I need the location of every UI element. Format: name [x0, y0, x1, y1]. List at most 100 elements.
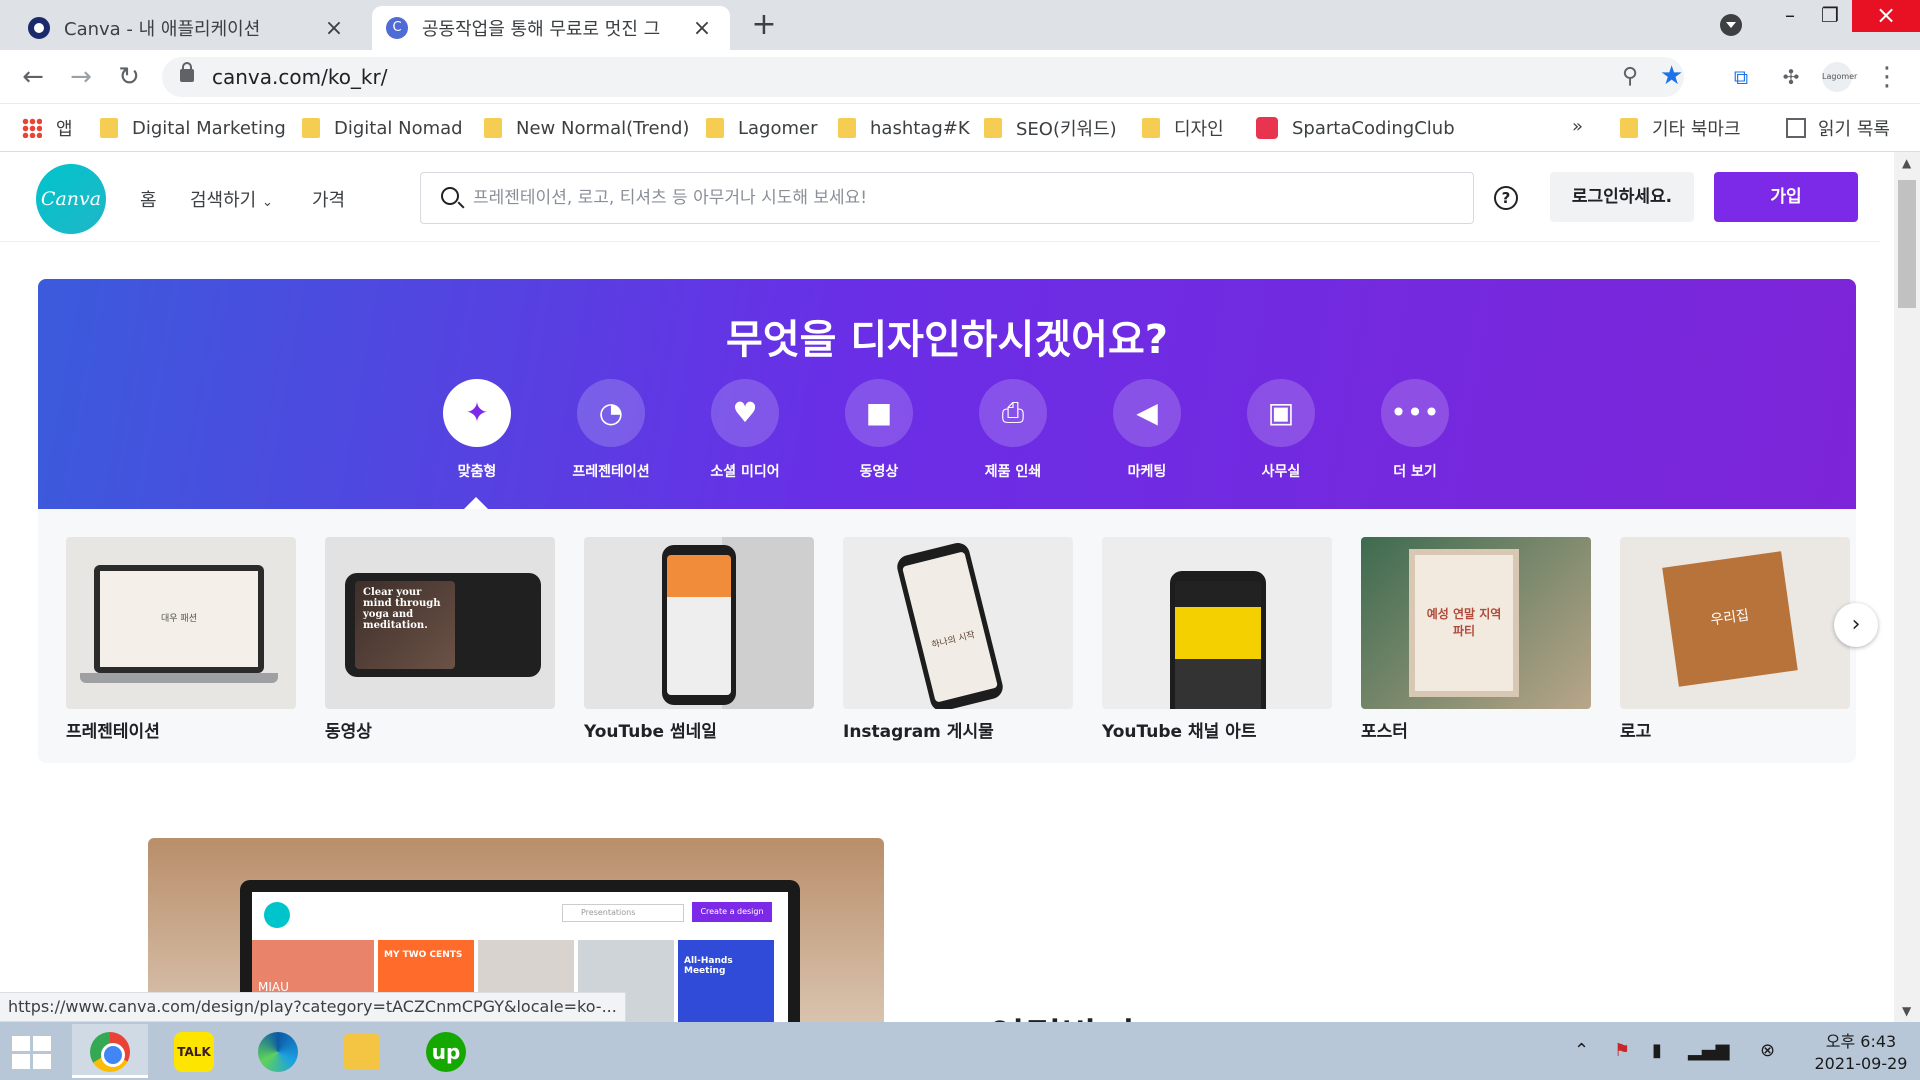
- network-warning-icon[interactable]: ⚑: [1614, 1040, 1630, 1061]
- tray-expand-icon[interactable]: ⌃: [1574, 1040, 1589, 1061]
- bookmark-apps[interactable]: 앱: [22, 114, 73, 142]
- search-input[interactable]: [473, 185, 1453, 211]
- bookmark-label: SpartaCodingClub: [1292, 117, 1455, 139]
- category-marketing[interactable]: ◀ 마케팅: [1082, 379, 1212, 481]
- canva-logo[interactable]: Canva: [36, 164, 106, 234]
- template-thumbnail[interactable]: Clear your mind through yoga and meditat…: [325, 537, 555, 709]
- signup-button[interactable]: 가입: [1714, 172, 1858, 222]
- template-thumbnail[interactable]: 우리집: [1620, 537, 1850, 709]
- bookmark-folder[interactable]: 디자인: [1142, 114, 1224, 142]
- taskbar-file-explorer[interactable]: [324, 1024, 400, 1078]
- taskbar-chrome[interactable]: [72, 1024, 148, 1078]
- taskbar-kakaotalk[interactable]: TALK: [156, 1024, 232, 1078]
- folder-icon: [838, 118, 856, 138]
- folder-icon: [706, 118, 724, 138]
- windows-start-icon[interactable]: [12, 1036, 52, 1070]
- thumbnail-text: 대우 패션: [100, 571, 258, 667]
- browser-tab[interactable]: Canva - 내 애플리케이션 ×: [14, 6, 362, 50]
- template-label: 포스터: [1361, 722, 1408, 742]
- thumbnail-text: 예성 연말 지역 파티: [1409, 549, 1519, 697]
- address-bar[interactable]: canva.com/ko_kr/ ⚲ ★: [162, 57, 1684, 97]
- template-thumbnail[interactable]: [1102, 537, 1332, 709]
- bookmark-star-icon[interactable]: ★: [1660, 61, 1683, 91]
- reload-icon[interactable]: ↻: [112, 60, 146, 94]
- other-bookmarks-folder[interactable]: 기타 북마크: [1620, 114, 1741, 142]
- category-more[interactable]: ••• 더 보기: [1350, 379, 1480, 481]
- extension-icon[interactable]: ⧉: [1726, 62, 1756, 92]
- login-button[interactable]: 로그인하세요.: [1550, 172, 1694, 222]
- puzzle-extensions-icon[interactable]: ✣: [1776, 62, 1806, 92]
- window-close-button[interactable]: ×: [1852, 0, 1920, 32]
- folder-icon: [344, 1034, 380, 1070]
- nav-browse-menu[interactable]: 검색하기 ⌄: [190, 186, 273, 212]
- notification-mute-icon[interactable]: ⊗: [1760, 1040, 1775, 1061]
- template-card-video[interactable]: Clear your mind through yoga and meditat…: [325, 537, 555, 742]
- laptop-mockup: 대우 패션: [80, 565, 278, 683]
- bookmark-folder[interactable]: SEO(키워드): [984, 114, 1117, 142]
- edge-icon: [258, 1032, 298, 1072]
- canva-favicon-icon: C: [386, 17, 408, 39]
- template-card-youtube-thumbnail[interactable]: YouTube 썸네일: [584, 537, 814, 742]
- search-box[interactable]: [420, 172, 1474, 224]
- clock-date[interactable]: 2021-09-29: [1806, 1054, 1916, 1073]
- page-scrollbar[interactable]: ▲ ▼: [1894, 152, 1920, 1022]
- template-label: YouTube 썸네일: [584, 722, 717, 742]
- bookmark-folder[interactable]: Lagomer: [706, 114, 818, 142]
- bookmark-folder[interactable]: hashtag#K: [838, 114, 970, 142]
- nav-home-link[interactable]: 홈: [140, 186, 157, 212]
- bookmark-sparta[interactable]: SpartaCodingClub: [1256, 114, 1455, 142]
- nav-pricing-link[interactable]: 가격: [312, 186, 345, 212]
- profile-avatar[interactable]: Lagomer: [1822, 62, 1857, 92]
- category-presentation[interactable]: ◔ 프레젠테이션: [546, 379, 676, 481]
- clock-time[interactable]: 오후 6:43: [1806, 1028, 1916, 1052]
- selected-category-pointer: [464, 497, 488, 509]
- bookmark-folder[interactable]: New Normal(Trend): [484, 114, 689, 142]
- bookmark-folder[interactable]: Digital Marketing: [100, 114, 286, 142]
- volume-icon[interactable]: 🔈︎: [1724, 1040, 1735, 1061]
- forward-arrow-icon[interactable]: →: [64, 60, 98, 94]
- tab-close-icon[interactable]: ×: [320, 16, 348, 41]
- browser-tab-active[interactable]: C 공동작업을 통해 무료로 멋진 그 ×: [372, 6, 730, 50]
- video-camera-icon: ■: [845, 379, 913, 447]
- template-card-presentation[interactable]: 대우 패션 프레젠테이션: [66, 537, 296, 742]
- template-card-logo[interactable]: 우리집 로고: [1620, 537, 1850, 742]
- chevron-down-icon: ⌄: [261, 195, 273, 210]
- category-custom[interactable]: ✦ 맞춤형: [412, 379, 542, 481]
- category-label: 맞춤형: [457, 464, 497, 480]
- zoom-icon[interactable]: ⚲: [1622, 64, 1638, 89]
- category-social-media[interactable]: ♥ 소셜 미디어: [680, 379, 810, 481]
- category-office[interactable]: ▣ 사무실: [1216, 379, 1346, 481]
- tab-close-icon[interactable]: ×: [688, 16, 716, 41]
- reading-list-button[interactable]: 읽기 목록: [1786, 114, 1890, 142]
- scroll-up-arrow-icon[interactable]: ▲: [1902, 156, 1911, 170]
- search-icon: [441, 187, 459, 205]
- carousel-next-arrow-icon[interactable]: ›: [1834, 603, 1878, 647]
- template-card-poster[interactable]: 예성 연말 지역 파티 포스터: [1361, 537, 1591, 742]
- template-card-youtube-channel-art[interactable]: YouTube 채널 아트: [1102, 537, 1332, 742]
- url-text[interactable]: canva.com/ko_kr/: [212, 65, 387, 89]
- bookmark-folder[interactable]: Digital Nomad: [302, 114, 463, 142]
- battery-icon[interactable]: ▮: [1652, 1040, 1662, 1061]
- template-thumbnail[interactable]: 하나의 시작: [843, 537, 1073, 709]
- folder-icon: [984, 118, 1002, 138]
- help-icon[interactable]: ?: [1494, 186, 1518, 210]
- category-video[interactable]: ■ 동영상: [814, 379, 944, 481]
- lock-icon[interactable]: [180, 62, 194, 82]
- browser-toolbar: ← → ↻ canva.com/ko_kr/ ⚲ ★ ⧉ ✣ Lagomer ⋮: [0, 50, 1920, 104]
- tab-favicon-icon: [28, 17, 50, 39]
- scrollbar-thumb[interactable]: [1898, 180, 1916, 308]
- back-arrow-icon[interactable]: ←: [16, 60, 50, 94]
- template-thumbnail[interactable]: 대우 패션: [66, 537, 296, 709]
- bookmarks-overflow-button[interactable]: »: [1572, 116, 1583, 137]
- kebab-menu-icon[interactable]: ⋮: [1872, 62, 1902, 92]
- template-card-instagram-post[interactable]: 하나의 시작 Instagram 게시물: [843, 537, 1073, 742]
- taskbar-upwork[interactable]: up: [408, 1024, 484, 1078]
- category-print-products[interactable]: ⎙ 제품 인쇄: [948, 379, 1078, 481]
- tab-search-icon[interactable]: [1720, 14, 1742, 36]
- folder-icon: [1620, 118, 1638, 138]
- taskbar-edge[interactable]: [240, 1024, 316, 1078]
- new-tab-button[interactable]: +: [748, 8, 780, 42]
- template-thumbnail[interactable]: 예성 연말 지역 파티: [1361, 537, 1591, 709]
- template-thumbnail[interactable]: [584, 537, 814, 709]
- scroll-down-arrow-icon[interactable]: ▼: [1902, 1004, 1911, 1018]
